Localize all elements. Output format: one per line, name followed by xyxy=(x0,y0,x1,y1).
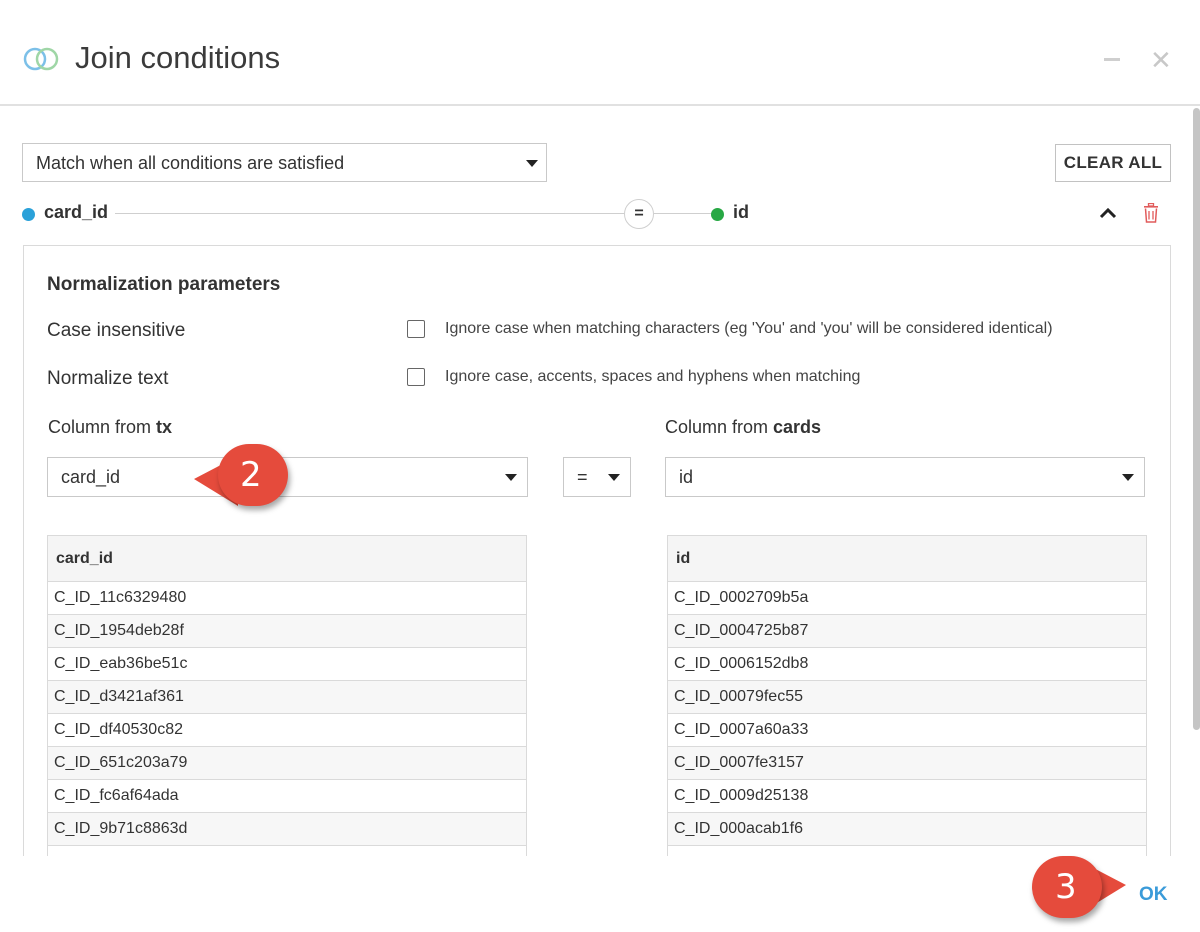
right-column-select[interactable]: id xyxy=(665,457,1145,497)
right-sample-table: id C_ID_0002709b5a C_ID_0004725b87 C_ID_… xyxy=(667,535,1147,879)
table-row: C_ID_d3421af361 xyxy=(47,681,527,714)
left-column-from-label: Column from tx xyxy=(48,417,172,438)
condition-left-column: card_id xyxy=(44,202,109,222)
dialog-footer xyxy=(0,856,1200,932)
condition-row[interactable]: card_id = id xyxy=(0,196,1200,232)
table-row: C_ID_651c203a79 xyxy=(47,747,527,780)
minus-icon[interactable] xyxy=(1104,58,1120,61)
left-column-value: card_id xyxy=(61,467,121,487)
table-row: C_ID_11c6329480 xyxy=(47,582,527,615)
left-dataset-dot xyxy=(22,208,35,221)
chevron-down-icon xyxy=(1122,474,1134,481)
normalize-text-label: Normalize text xyxy=(47,368,169,389)
condition-operator[interactable]: = xyxy=(624,199,654,229)
callout-badge: 2 xyxy=(218,444,288,506)
callout-number: 2 xyxy=(240,455,262,495)
table-row: C_ID_0004725b87 xyxy=(667,615,1147,648)
table-row: C_ID_000acab1f6 xyxy=(667,813,1147,846)
chevron-down-icon xyxy=(608,474,620,481)
join-venn-icon xyxy=(23,47,59,71)
table-row: C_ID_1954deb28f xyxy=(47,615,527,648)
case-insensitive-checkbox[interactable] xyxy=(407,320,425,338)
dialog-header: Join conditions ✕ xyxy=(0,0,1200,106)
operator-select[interactable]: = xyxy=(563,457,631,497)
operator-value: = xyxy=(577,467,588,487)
left-dataset-name: tx xyxy=(156,417,173,437)
match-mode-value: Match when all conditions are satisfied xyxy=(36,153,345,173)
left-column-from-prefix: Column from xyxy=(48,417,157,437)
match-mode-select[interactable]: Match when all conditions are satisfied xyxy=(22,143,547,182)
right-dataset-dot xyxy=(711,208,724,221)
condition-line-right xyxy=(654,213,712,214)
table-row: C_ID_fc6af64ada xyxy=(47,780,527,813)
callout-badge: 3 xyxy=(1032,856,1102,918)
normalization-title: Normalization parameters xyxy=(47,274,281,295)
chevron-down-icon xyxy=(526,160,538,167)
case-insensitive-description: Ignore case when matching characters (eg… xyxy=(445,320,1053,337)
left-sample-table: card_id C_ID_11c6329480 C_ID_1954deb28f … xyxy=(47,535,527,879)
right-column-from-prefix: Column from xyxy=(665,417,774,437)
ok-button[interactable]: OK xyxy=(1139,884,1168,906)
close-icon[interactable]: ✕ xyxy=(1150,45,1172,75)
chevron-down-icon xyxy=(505,474,517,481)
trash-icon[interactable] xyxy=(1142,203,1160,223)
clear-all-button[interactable]: CLEAR ALL xyxy=(1055,144,1171,182)
table-row: C_ID_0007a60a33 xyxy=(667,714,1147,747)
left-table-header: card_id xyxy=(47,535,527,582)
condition-line-left xyxy=(115,213,624,214)
table-row: C_ID_9b71c8863d xyxy=(47,813,527,846)
right-dataset-name: cards xyxy=(773,417,822,437)
table-row: C_ID_0009d25138 xyxy=(667,780,1147,813)
condition-detail-panel: Normalization parameters Case insensitiv… xyxy=(23,245,1171,885)
right-column-from-label: Column from cards xyxy=(665,417,821,438)
dialog-title: Join conditions xyxy=(75,40,281,75)
right-column-value: id xyxy=(679,467,694,487)
table-row: C_ID_0006152db8 xyxy=(667,648,1147,681)
normalize-text-checkbox[interactable] xyxy=(407,368,425,386)
table-row: C_ID_eab36be51c xyxy=(47,648,527,681)
normalize-text-description: Ignore case, accents, spaces and hyphens… xyxy=(445,368,861,385)
table-row: C_ID_0002709b5a xyxy=(667,582,1147,615)
chevron-up-icon[interactable] xyxy=(1098,206,1118,220)
callout-number: 3 xyxy=(1055,867,1077,907)
table-row: C_ID_00079fec55 xyxy=(667,681,1147,714)
condition-right-column: id xyxy=(733,202,749,222)
case-insensitive-label: Case insensitive xyxy=(47,320,186,341)
table-row: C_ID_0007fe3157 xyxy=(667,747,1147,780)
right-table-header: id xyxy=(667,535,1147,582)
table-row: C_ID_df40530c82 xyxy=(47,714,527,747)
